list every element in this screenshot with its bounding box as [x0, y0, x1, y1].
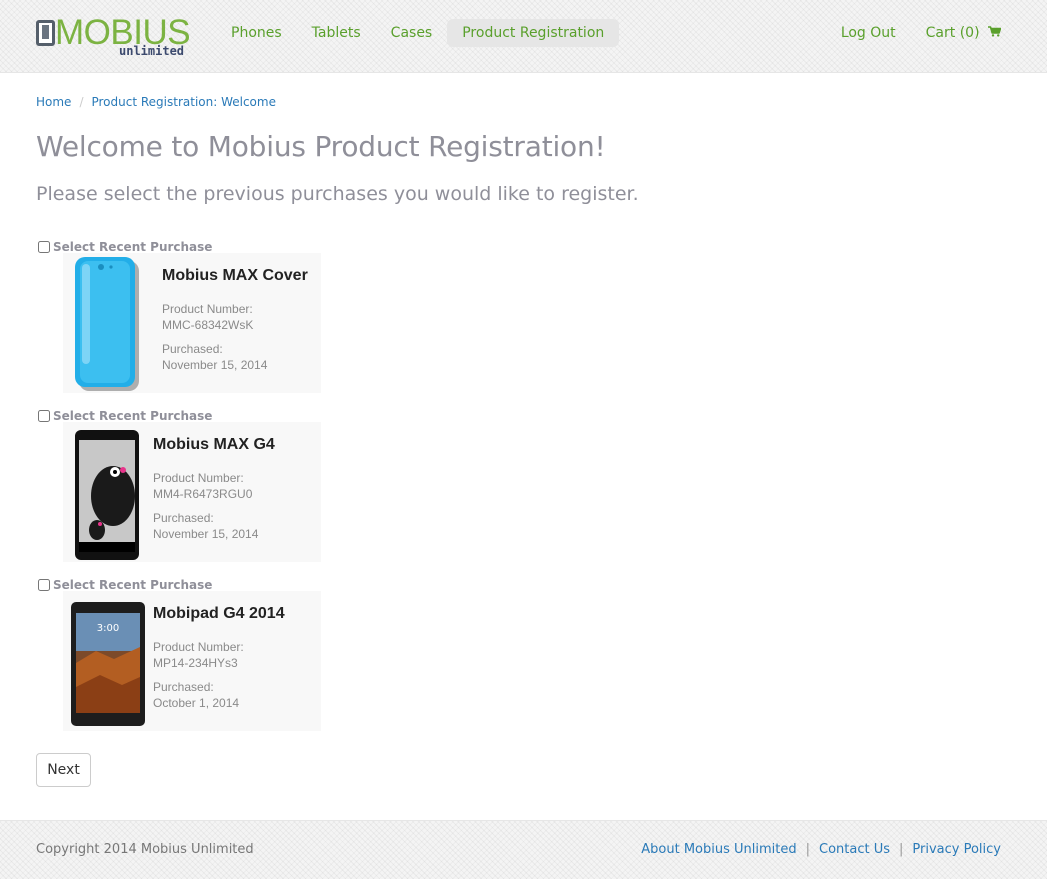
page-subtitle: Please select the previous purchases you… [36, 183, 639, 205]
contact-link[interactable]: Contact Us [819, 842, 890, 857]
product-number-label: Product Number: [153, 471, 244, 485]
breadcrumb-separator: / [79, 95, 84, 109]
page-title: Welcome to Mobius Product Registration! [36, 130, 606, 163]
shopping-cart-icon [988, 19, 1002, 47]
purchase-item: Select Recent Purchase Mobius MAX Cover … [36, 239, 336, 393]
smartphone-icon [73, 424, 143, 566]
purchase-date: October 1, 2014 [153, 696, 240, 710]
blue-phone-case-icon [71, 255, 147, 397]
breadcrumb-current[interactable]: Product Registration: Welcome [91, 95, 276, 109]
product-card: Mobius MAX Cover Product Number: MMC-683… [63, 253, 321, 393]
logout-link[interactable]: Log Out [811, 19, 896, 47]
cart-label: Cart (0) [925, 25, 980, 41]
purchase-item: Select Recent Purchase 3:00 Mobipad G4 2… [36, 577, 336, 731]
tablet-icon: 3:00 [70, 601, 146, 733]
select-purchase-label: Select Recent Purchase [53, 578, 213, 592]
brand-tagline: unlimited [119, 44, 185, 58]
select-purchase-label: Select Recent Purchase [53, 240, 213, 254]
footer-links: About Mobius Unlimited | Contact Us | Pr… [641, 842, 1001, 857]
product-number-label: Product Number: [153, 640, 244, 654]
brand-logo[interactable]: MOBIUS unlimited [36, 14, 191, 63]
breadcrumb: Home / Product Registration: Welcome [36, 95, 276, 109]
product-number: MP14-234HYs3 [153, 656, 238, 670]
footer-separator: | [805, 842, 810, 857]
breadcrumb-home[interactable]: Home [36, 95, 71, 109]
main-nav: Phones Tablets Cases Product Registratio… [216, 19, 620, 47]
product-name: Mobius MAX G4 [153, 436, 275, 453]
product-number: MM4-R6473RGU0 [153, 487, 253, 501]
nav-product-registration[interactable]: Product Registration [447, 19, 620, 47]
account-nav: Log Out Cart (0) [811, 19, 1002, 47]
purchased-label: Purchased: [162, 342, 223, 356]
next-button[interactable]: Next [36, 753, 91, 787]
purchase-item: Select Recent Purchase Mobius MAX G4 Pro… [36, 408, 336, 562]
nav-phones[interactable]: Phones [216, 19, 297, 47]
select-purchase-checkbox[interactable] [38, 241, 50, 253]
tablet-logo-icon [36, 20, 55, 46]
about-link[interactable]: About Mobius Unlimited [641, 842, 796, 857]
copyright-text: Copyright 2014 Mobius Unlimited [36, 842, 254, 857]
purchase-date: November 15, 2014 [162, 358, 268, 372]
purchased-label: Purchased: [153, 680, 214, 694]
product-number: MMC-68342WsK [162, 318, 254, 332]
footer: Copyright 2014 Mobius Unlimited About Mo… [0, 820, 1047, 879]
nav-tablets[interactable]: Tablets [297, 19, 376, 47]
purchased-label: Purchased: [153, 511, 214, 525]
cart-link[interactable]: Cart (0) [896, 19, 1002, 47]
product-card: 3:00 Mobipad G4 2014 Product Number: MP1… [63, 591, 321, 731]
product-name: Mobius MAX Cover [162, 267, 308, 284]
product-name: Mobipad G4 2014 [153, 605, 285, 622]
product-number-label: Product Number: [162, 302, 253, 316]
select-purchase-label: Select Recent Purchase [53, 409, 213, 423]
privacy-policy-link[interactable]: Privacy Policy [912, 842, 1001, 857]
product-card: Mobius MAX G4 Product Number: MM4-R6473R… [63, 422, 321, 562]
svg-text:3:00: 3:00 [97, 623, 119, 634]
select-purchase-checkbox[interactable] [38, 410, 50, 422]
footer-separator: | [899, 842, 904, 857]
purchase-date: November 15, 2014 [153, 527, 259, 541]
header-bar: MOBIUS unlimited Phones Tablets Cases Pr… [0, 0, 1047, 73]
nav-cases[interactable]: Cases [376, 19, 448, 47]
select-purchase-checkbox[interactable] [38, 579, 50, 591]
